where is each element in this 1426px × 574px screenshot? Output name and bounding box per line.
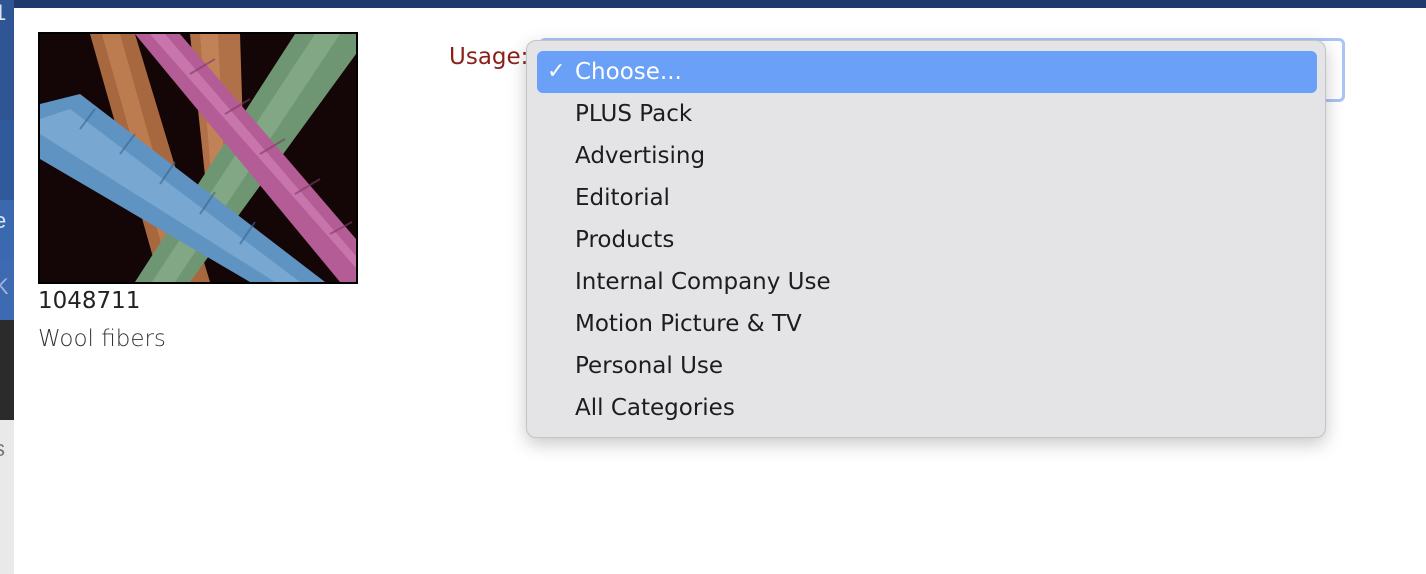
usage-option-label: All Categories [575,395,735,421]
background-glyph: 1 [0,0,7,25]
usage-option-all-categories[interactable]: All Categories [537,387,1317,429]
usage-option-personal-use[interactable]: Personal Use [537,345,1317,387]
usage-option-plus-pack[interactable]: PLUS Pack [537,93,1317,135]
wool-fibers-image [40,34,356,282]
usage-option-advertising[interactable]: Advertising [537,135,1317,177]
background-window-edge: 1 e K s [0,0,14,574]
usage-option-label: Personal Use [575,353,724,379]
usage-option-label: Advertising [575,143,706,169]
usage-option-label: PLUS Pack [575,101,693,127]
usage-option-label: Editorial [575,185,670,211]
usage-option-products[interactable]: Products [537,219,1317,261]
usage-dropdown-menu: ✓ Choose... PLUS Pack Advertising Editor… [526,40,1326,438]
image-title: Wool fibers [38,326,166,352]
image-usage-modal: 1048711 Wool fibers Usage: ✓ Choose... P… [14,8,1426,574]
background-window-topbar [0,0,1426,8]
usage-option-editorial[interactable]: Editorial [537,177,1317,219]
image-thumbnail[interactable] [38,32,358,284]
usage-option-motion-picture-tv[interactable]: Motion Picture & TV [537,303,1317,345]
check-icon: ✓ [547,59,566,84]
background-glyph: e [0,208,7,233]
usage-option-label: Choose... [575,59,682,85]
usage-option-internal-company-use[interactable]: Internal Company Use [537,261,1317,303]
usage-label: Usage: [449,44,529,70]
usage-option-choose[interactable]: ✓ Choose... [537,51,1317,93]
usage-option-label: Products [575,227,675,253]
image-id: 1048711 [38,288,141,314]
background-glyph: K [0,274,9,299]
usage-option-label: Internal Company Use [575,269,831,295]
usage-option-label: Motion Picture & TV [575,311,802,337]
background-glyph: s [0,436,5,462]
